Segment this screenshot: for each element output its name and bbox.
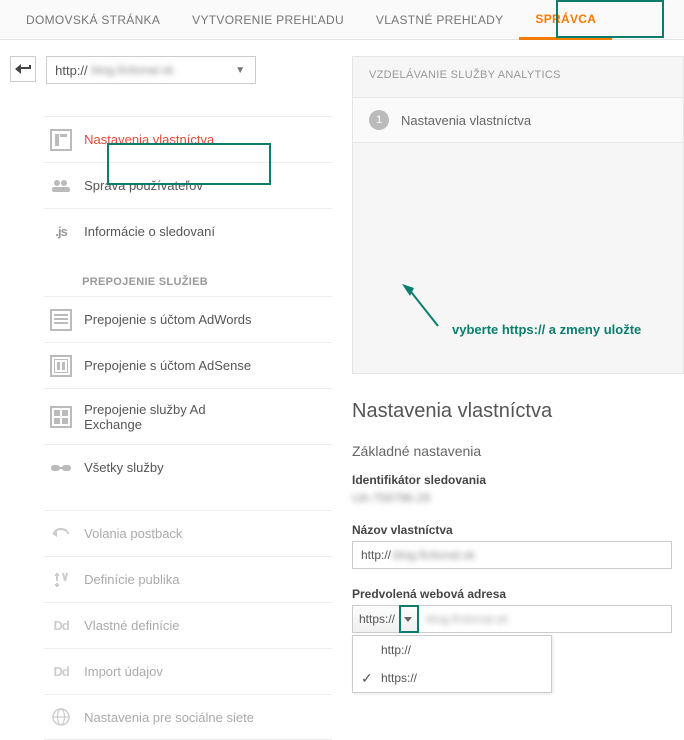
sidebar-item-custom-definitions[interactable]: Dd Vlastné definície bbox=[44, 602, 332, 648]
sidebar-item-label: Nastavenia pre sociálne siete bbox=[84, 710, 254, 725]
sidebar-item-adsense[interactable]: Prepojenie s účtom AdSense bbox=[44, 342, 332, 388]
protocol-select[interactable]: https:// bbox=[352, 605, 418, 633]
property-name-domain: blog.fictional.sk bbox=[393, 548, 475, 562]
nav-admin[interactable]: SPRÁVCA bbox=[519, 0, 612, 40]
back-button[interactable] bbox=[10, 56, 36, 82]
dd-icon: Dd bbox=[50, 661, 72, 683]
users-icon bbox=[50, 175, 72, 197]
content-area: http:// blog.fictional.sk ▼ Nastavenia v… bbox=[0, 40, 684, 740]
adwords-icon bbox=[50, 309, 72, 331]
back-arrow-icon bbox=[15, 63, 31, 75]
protocol-dropdown: http:// ✓ https:// bbox=[352, 635, 552, 693]
protocol-option-label: http:// bbox=[381, 643, 411, 657]
sidebar-item-label: Všetky služby bbox=[84, 460, 163, 475]
settings-panel: Nastavenia vlastníctva Základné nastaven… bbox=[352, 400, 684, 633]
audience-icon bbox=[50, 569, 72, 591]
sidebar-item-social-settings[interactable]: Nastavenia pre sociálne siete bbox=[44, 694, 332, 740]
adsense-icon bbox=[50, 355, 72, 377]
sidebar-item-label: Nastavenia vlastníctva bbox=[84, 132, 214, 147]
sidebar-item-label: Vlastné definície bbox=[84, 618, 179, 633]
link-icon bbox=[50, 457, 72, 479]
property-selector-protocol: http:// bbox=[55, 63, 88, 78]
protocol-option-label: https:// bbox=[381, 671, 417, 685]
sidebar-item-tracking-info[interactable]: .js Informácie o sledovaní bbox=[44, 208, 332, 254]
default-url-input[interactable]: blog.fictional.sk bbox=[418, 605, 672, 633]
sidebar-item-label: Informácie o sledovaní bbox=[84, 224, 215, 239]
caret-down-icon: ▼ bbox=[235, 65, 245, 76]
caret-down-icon bbox=[399, 606, 417, 632]
property-settings-icon bbox=[50, 129, 72, 151]
nav-home[interactable]: DOMOVSKÁ STRÁNKA bbox=[10, 0, 176, 39]
sidebar-item-ad-exchange[interactable]: Prepojenie služby Ad Exchange bbox=[44, 388, 332, 444]
sidebar-item-data-import[interactable]: Dd Import údajov bbox=[44, 648, 332, 694]
sidebar-item-label: Definície publika bbox=[84, 572, 179, 587]
step-label: Nastavenia vlastníctva bbox=[401, 113, 531, 128]
settings-subtitle: Základné nastavenia bbox=[352, 443, 684, 459]
training-step-row[interactable]: 1 Nastavenia vlastníctva bbox=[353, 97, 683, 143]
step-number-badge: 1 bbox=[369, 110, 389, 130]
sidebar-item-label: Prepojenie s účtom AdSense bbox=[84, 358, 251, 373]
ad-exchange-icon bbox=[50, 406, 72, 428]
top-nav: DOMOVSKÁ STRÁNKA VYTVORENIE PREHĽADU VLA… bbox=[0, 0, 684, 40]
sidebar-item-label: Prepojenie s účtom AdWords bbox=[84, 312, 251, 327]
dd-icon: Dd bbox=[50, 615, 72, 637]
sidebar-item-label: Prepojenie služby Ad Exchange bbox=[84, 402, 234, 432]
property-selector-domain: blog.fictional.sk bbox=[92, 63, 174, 77]
protocol-option-https[interactable]: ✓ https:// bbox=[353, 664, 551, 692]
sidebar-item-audience-definitions[interactable]: Definície publika bbox=[44, 556, 332, 602]
sidebar-item-user-management[interactable]: Správa používateľov bbox=[44, 162, 332, 208]
js-icon: .js bbox=[50, 221, 72, 243]
sidebar-item-adwords[interactable]: Prepojenie s účtom AdWords bbox=[44, 296, 332, 342]
default-url-row: https:// blog.fictional.sk bbox=[352, 605, 672, 633]
sidebar-item-label: Volania postback bbox=[84, 526, 182, 541]
left-column: http:// blog.fictional.sk ▼ Nastavenia v… bbox=[44, 56, 332, 740]
sidebar-item-label: Import údajov bbox=[84, 664, 163, 679]
sidebar: Nastavenia vlastníctva Správa používateľ… bbox=[44, 116, 332, 740]
default-url-domain: blog.fictional.sk bbox=[426, 612, 508, 626]
training-header: VZDELÁVANIE SLUŽBY ANALYTICS bbox=[353, 57, 683, 97]
default-url-label: Predvolená webová adresa bbox=[352, 587, 684, 601]
globe-icon bbox=[50, 706, 72, 728]
checkmark-icon: ✓ bbox=[361, 670, 373, 687]
property-name-input[interactable]: http:// blog.fictional.sk bbox=[352, 541, 672, 569]
property-name-label: Názov vlastníctva bbox=[352, 523, 684, 537]
sidebar-item-all-products[interactable]: Všetky služby bbox=[44, 444, 332, 490]
property-name-protocol: http:// bbox=[361, 548, 391, 562]
annotation-text: vyberte https:// a zmeny uložte bbox=[452, 322, 641, 337]
settings-title: Nastavenia vlastníctva bbox=[352, 400, 684, 423]
tracking-id-value: UA-759796-29 bbox=[352, 491, 684, 505]
protocol-option-http[interactable]: http:// bbox=[353, 636, 551, 664]
postback-icon bbox=[50, 523, 72, 545]
tracking-id-label: Identifikátor sledovania bbox=[352, 473, 684, 487]
services-section-title: PREPOJENIE SLUŽIEB bbox=[44, 254, 332, 296]
sidebar-item-property-settings[interactable]: Nastavenia vlastníctva bbox=[44, 116, 332, 162]
sidebar-item-postback[interactable]: Volania postback bbox=[44, 510, 332, 556]
nav-custom-reports[interactable]: VLASTNÉ PREHĽADY bbox=[360, 0, 520, 39]
protocol-select-value: https:// bbox=[359, 612, 395, 626]
nav-reporting[interactable]: VYTVORENIE PREHĽADU bbox=[176, 0, 360, 39]
sidebar-item-label: Správa používateľov bbox=[84, 178, 203, 193]
property-selector[interactable]: http:// blog.fictional.sk ▼ bbox=[46, 56, 256, 84]
right-column: VZDELÁVANIE SLUŽBY ANALYTICS 1 Nastaveni… bbox=[332, 56, 684, 740]
